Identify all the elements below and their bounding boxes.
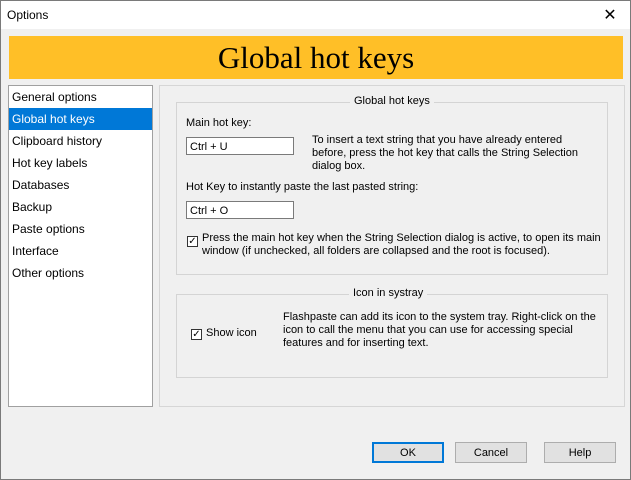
title-bar[interactable]: Options ✕: [1, 1, 630, 29]
close-icon[interactable]: ✕: [590, 1, 630, 29]
sidebar-item-global-hot-keys[interactable]: Global hot keys: [9, 108, 152, 130]
banner-title: Global hot keys: [217, 39, 415, 75]
sidebar-item-general-options[interactable]: General options: [9, 86, 152, 108]
open-main-window-checkbox[interactable]: ✓: [187, 236, 198, 247]
sidebar-item-paste-options[interactable]: Paste options: [9, 218, 152, 240]
sidebar-item-hot-key-labels[interactable]: Hot key labels: [9, 152, 152, 174]
main-hotkey-label: Main hot key:: [186, 117, 252, 129]
sidebar-item-databases[interactable]: Databases: [9, 174, 152, 196]
window-title: Options: [7, 8, 49, 22]
paste-hotkey-label: Hot Key to instantly paste the last past…: [186, 181, 419, 193]
cancel-button[interactable]: Cancel: [455, 442, 527, 463]
main-hotkey-description: To insert a text string that you have al…: [312, 134, 578, 172]
open-main-window-label: Press the main hot key when the String S…: [202, 232, 601, 257]
options-category-list[interactable]: General options Global hot keys Clipboar…: [8, 85, 153, 407]
show-icon-label: Show icon: [206, 327, 257, 339]
sidebar-item-clipboard-history[interactable]: Clipboard history: [9, 130, 152, 152]
options-window: Options ✕ Global hot keys General option…: [0, 0, 631, 480]
show-icon-checkbox[interactable]: ✓: [191, 329, 202, 340]
sidebar-item-backup[interactable]: Backup: [9, 196, 152, 218]
systray-group: Icon in systray ✓ Show icon Flashpaste c…: [176, 287, 608, 378]
options-panel: Global hot keys Main hot key: Ctrl + U T…: [159, 85, 625, 407]
help-button[interactable]: Help: [544, 442, 616, 463]
ok-button[interactable]: OK: [372, 442, 444, 463]
sidebar-item-other-options[interactable]: Other options: [9, 262, 152, 284]
systray-group-title: Icon in systray: [349, 287, 428, 299]
sidebar-item-interface[interactable]: Interface: [9, 240, 152, 262]
hotkeys-group: Global hot keys Main hot key: Ctrl + U T…: [176, 95, 608, 275]
hotkeys-group-title: Global hot keys: [350, 95, 434, 107]
section-banner: Global hot keys: [9, 36, 623, 79]
paste-hotkey-input[interactable]: Ctrl + O: [186, 201, 294, 219]
systray-description: Flashpaste can add its icon to the syste…: [283, 311, 596, 349]
main-hotkey-input[interactable]: Ctrl + U: [186, 137, 294, 155]
